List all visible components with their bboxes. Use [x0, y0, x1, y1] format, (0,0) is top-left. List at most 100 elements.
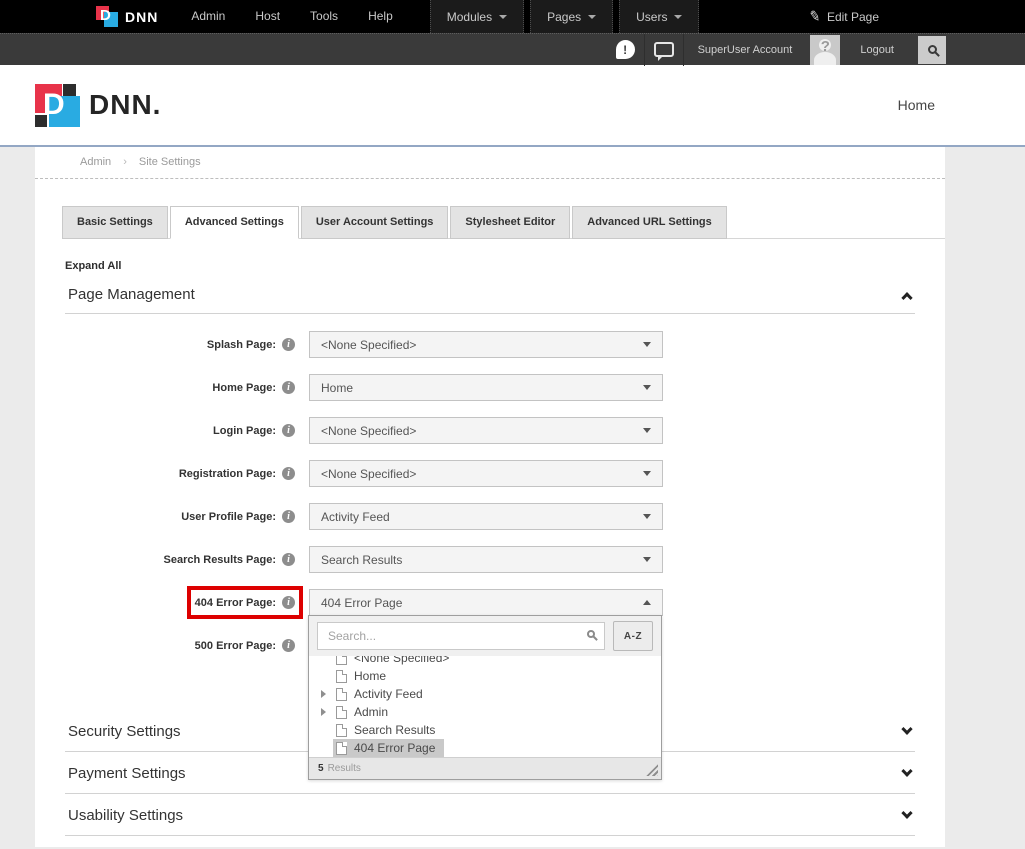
dnn-logo-icon: D	[96, 6, 118, 27]
dropdown-value: Search Results	[321, 553, 402, 567]
field-label: User Profile Page:	[181, 511, 276, 523]
notifications-button[interactable]: !	[607, 34, 645, 66]
tree-item-admin[interactable]: Admin	[309, 703, 661, 721]
logout-link[interactable]: Logout	[844, 44, 910, 56]
page-search-input[interactable]	[317, 622, 605, 650]
login-page-dropdown[interactable]: <None Specified>	[309, 417, 663, 444]
splash-page-dropdown[interactable]: <None Specified>	[309, 331, 663, 358]
menu-tools[interactable]: Tools	[295, 0, 353, 33]
message-bubble-icon	[654, 42, 674, 57]
error-404-page-dropdown[interactable]: 404 Error Page	[309, 589, 663, 616]
usability-settings-header[interactable]: Usability Settings	[65, 794, 915, 836]
caret-down-icon	[588, 15, 596, 19]
info-icon[interactable]: i	[282, 467, 295, 480]
menu-users[interactable]: Users	[619, 0, 699, 33]
results-label: Results	[328, 763, 361, 774]
site-search-button[interactable]	[918, 36, 946, 64]
results-count: 5	[318, 763, 324, 774]
avatar[interactable]: ?	[810, 35, 840, 65]
registration-page-dropdown[interactable]: <None Specified>	[309, 460, 663, 487]
site-aliases-header[interactable]: Site Aliases	[65, 836, 915, 849]
breadcrumb-admin[interactable]: Admin	[80, 156, 111, 168]
alert-bubble-icon: !	[616, 40, 635, 59]
page-icon	[336, 742, 347, 755]
user-bar: ! SuperUser Account ? Logout	[0, 33, 1025, 65]
menu-modules[interactable]: Modules	[430, 0, 524, 33]
chevron-down-icon	[901, 765, 912, 776]
page-icon	[336, 706, 347, 719]
tree-item-activity-feed[interactable]: Activity Feed	[309, 685, 661, 703]
page-picker-flyout: A-Z <None Specified> Home	[308, 615, 662, 780]
superuser-account-link[interactable]: SuperUser Account	[684, 44, 807, 56]
tree-item-404-error-page[interactable]: 404 Error Page	[309, 739, 661, 757]
caret-down-icon	[643, 342, 651, 347]
edit-page-button[interactable]: ✎ Edit Page	[809, 8, 879, 25]
tab-advanced-settings[interactable]: Advanced Settings	[170, 206, 299, 239]
menu-modules-label: Modules	[447, 10, 492, 24]
tree-item-none-specified[interactable]: <None Specified>	[309, 656, 661, 667]
page-icon	[336, 656, 347, 665]
breadcrumb-site-settings[interactable]: Site Settings	[139, 156, 201, 168]
dnn-logo-text: DNN	[125, 9, 158, 25]
field-row-registration-page: Registration Page: i <None Specified>	[65, 460, 915, 487]
tab-basic-settings[interactable]: Basic Settings	[62, 206, 168, 239]
dropdown-value: Home	[321, 381, 353, 395]
caret-down-icon	[643, 428, 651, 433]
control-bar: D DNN Admin Host Tools Help Modules Page…	[0, 0, 1025, 33]
caret-down-icon	[643, 471, 651, 476]
field-label: Home Page:	[212, 382, 276, 394]
tab-advanced-url-settings[interactable]: Advanced URL Settings	[572, 206, 727, 239]
site-header: D DNN. Home	[0, 65, 1025, 147]
field-row-404-error-page: 404 Error Page: i 404 Error Page A-Z	[65, 589, 915, 616]
info-icon[interactable]: i	[282, 639, 295, 652]
page-tree: <None Specified> Home Activity Feed	[309, 656, 661, 757]
chevron-down-icon	[901, 723, 912, 734]
resize-grip-handle[interactable]	[645, 763, 658, 776]
section-title: Page Management	[68, 286, 195, 303]
page-management-section: Page Management Splash Page: i <None Spe…	[65, 272, 915, 693]
messages-button[interactable]	[645, 34, 684, 66]
tree-item-search-results[interactable]: Search Results	[309, 721, 661, 739]
dnn-logo: D DNN.	[35, 84, 161, 127]
page-management-header[interactable]: Page Management	[65, 272, 915, 314]
sort-az-button[interactable]: A-Z	[613, 621, 653, 651]
expand-all-link[interactable]: Expand All	[65, 260, 945, 272]
avatar-question-icon: ?	[810, 38, 840, 55]
search-icon	[928, 45, 937, 54]
info-icon[interactable]: i	[282, 510, 295, 523]
field-row-search-results-page: Search Results Page: i Search Results	[65, 546, 915, 573]
info-icon[interactable]: i	[282, 338, 295, 351]
info-icon[interactable]: i	[282, 596, 295, 609]
field-label: Splash Page:	[207, 339, 276, 351]
caret-down-icon	[499, 15, 507, 19]
field-row-login-page: Login Page: i <None Specified>	[65, 417, 915, 444]
page-icon	[336, 724, 347, 737]
expander-arrow-icon[interactable]	[321, 690, 333, 698]
search-results-page-dropdown[interactable]: Search Results	[309, 546, 663, 573]
menu-admin[interactable]: Admin	[176, 0, 240, 33]
edit-page-label: Edit Page	[827, 10, 879, 24]
chevron-down-icon	[901, 807, 912, 818]
dnn-logo-icon: D	[35, 84, 80, 127]
info-icon[interactable]: i	[282, 553, 295, 566]
caret-up-icon	[643, 600, 651, 605]
red-highlight-box: 404 Error Page: i	[187, 586, 303, 619]
tree-item-home[interactable]: Home	[309, 667, 661, 685]
home-page-dropdown[interactable]: Home	[309, 374, 663, 401]
search-icon	[587, 630, 595, 638]
nav-home-link[interactable]: Home	[898, 97, 935, 113]
menu-users-label: Users	[636, 10, 667, 24]
dropdown-value: <None Specified>	[321, 467, 416, 481]
menu-help[interactable]: Help	[353, 0, 408, 33]
info-icon[interactable]: i	[282, 424, 295, 437]
user-profile-page-dropdown[interactable]: Activity Feed	[309, 503, 663, 530]
breadcrumb-separator: ›	[123, 156, 127, 168]
dropdown-value: 404 Error Page	[321, 596, 402, 610]
tab-user-account-settings[interactable]: User Account Settings	[301, 206, 449, 239]
tab-stylesheet-editor[interactable]: Stylesheet Editor	[450, 206, 570, 239]
chevron-up-icon	[901, 292, 912, 303]
menu-host[interactable]: Host	[240, 0, 295, 33]
expander-arrow-icon[interactable]	[321, 708, 333, 716]
info-icon[interactable]: i	[282, 381, 295, 394]
menu-pages[interactable]: Pages	[530, 0, 613, 33]
